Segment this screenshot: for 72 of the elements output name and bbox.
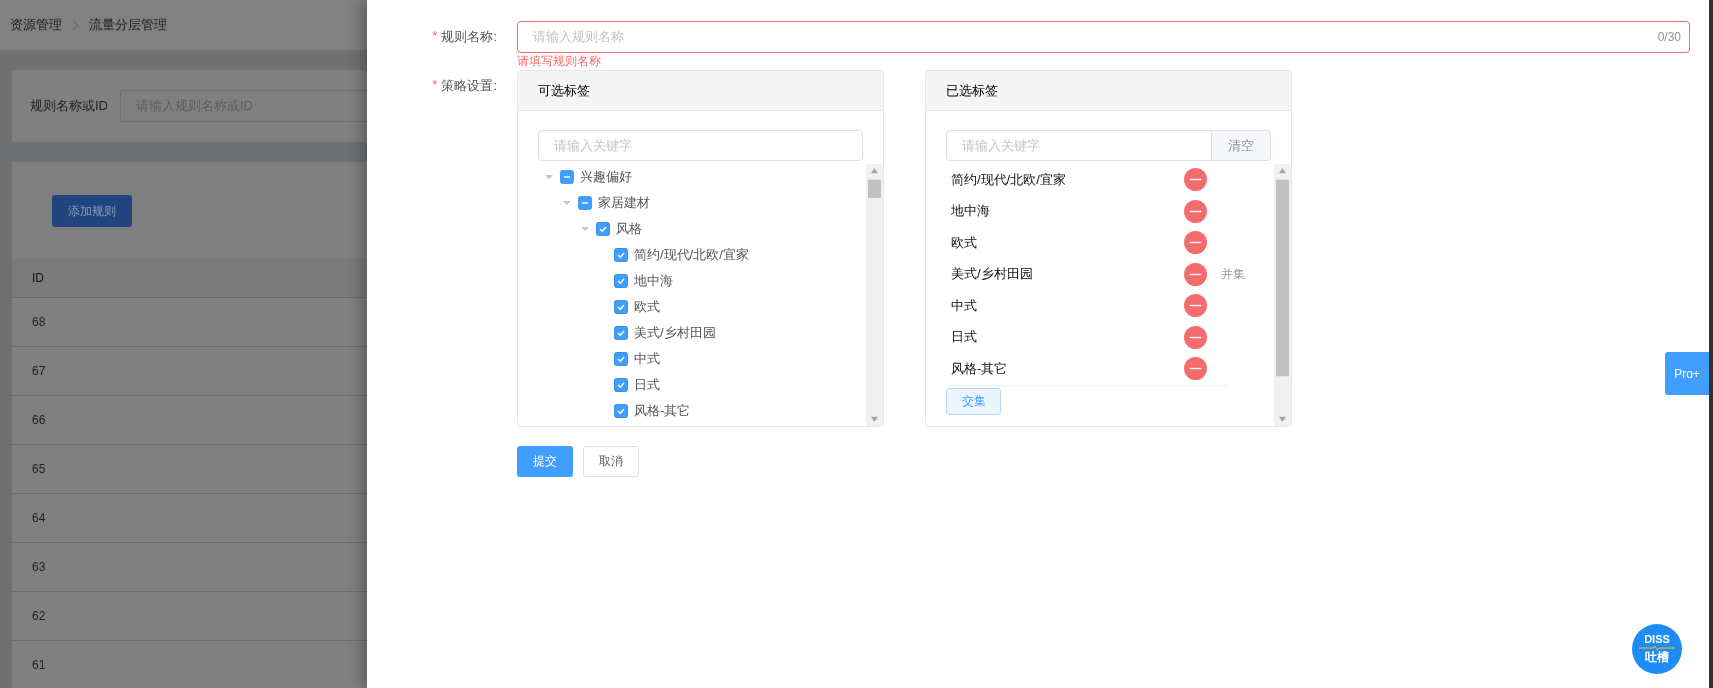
breadcrumb-item[interactable]: 流量分层管理 — [89, 16, 167, 34]
table-cell: 67 — [32, 364, 46, 378]
checkbox[interactable] — [614, 326, 628, 340]
side-tab[interactable]: Pro+ — [1665, 352, 1709, 395]
required-mark: * — [432, 28, 438, 45]
placeholder-text: 请输入规则名称 — [533, 28, 624, 46]
selected-tag: 日式 — [951, 328, 1184, 347]
scrollbar[interactable] — [866, 164, 883, 426]
selected-tag: 欧式 — [951, 233, 1184, 252]
badge-text: DISS — [1644, 634, 1670, 645]
checkbox[interactable] — [596, 222, 610, 236]
panel-title: 已选标签 — [946, 81, 998, 100]
intersection-button[interactable]: 交集 — [946, 387, 1001, 415]
tree-label[interactable]: 家居建材 — [598, 194, 650, 212]
tree-label[interactable]: 风格 — [616, 220, 642, 238]
checkbox[interactable] — [614, 248, 628, 262]
table-cell: 61 — [32, 658, 46, 672]
tree-label[interactable]: 简约/现代/北欧/宜家 — [634, 246, 749, 264]
add-rule-button[interactable]: 添加规则 — [52, 195, 132, 227]
tree-label[interactable]: 风格-其它 — [634, 402, 691, 420]
submit-button[interactable]: 提交 — [517, 446, 573, 477]
column-header: ID — [32, 270, 44, 285]
field-label: 规则名称: — [441, 28, 497, 46]
checkbox[interactable] — [614, 352, 628, 366]
selected-tag: 美式/乡村田园 — [951, 265, 1184, 284]
table-cell: 65 — [32, 462, 46, 476]
cancel-button[interactable]: 取消 — [583, 446, 639, 477]
error-message: 请填写规则名称 — [517, 53, 602, 70]
remove-icon[interactable] — [1184, 231, 1207, 255]
tree-label[interactable]: 地中海 — [634, 272, 673, 290]
tree-label[interactable]: 日式 — [634, 376, 660, 394]
selected-tag: 风格-其它 — [951, 359, 1184, 378]
tree-label[interactable]: 欧式 — [634, 298, 660, 316]
filter-label: 规则名称或ID — [30, 97, 108, 115]
chevron-icon — [72, 19, 79, 31]
field-label: 策略设置: — [441, 77, 497, 95]
required-mark: * — [432, 77, 438, 94]
scrollbar[interactable] — [1274, 164, 1291, 426]
checkbox[interactable] — [560, 170, 574, 184]
clear-button[interactable]: 清空 — [1212, 130, 1271, 161]
checkbox[interactable] — [614, 378, 628, 392]
remove-icon[interactable] — [1184, 199, 1207, 223]
caret-icon[interactable] — [563, 200, 571, 206]
table-cell: 63 — [32, 560, 46, 574]
pulse-icon — [1639, 645, 1675, 651]
checkbox[interactable] — [614, 300, 628, 314]
remove-icon[interactable] — [1184, 357, 1207, 381]
breadcrumb-item[interactable]: 资源管理 — [10, 16, 62, 34]
tree-label[interactable]: 兴趣偏好 — [580, 168, 632, 186]
tree-label[interactable]: 中式 — [634, 350, 660, 368]
checkbox[interactable] — [614, 404, 628, 418]
table-cell: 68 — [32, 315, 46, 329]
caret-icon[interactable] — [545, 174, 553, 180]
input-field[interactable]: 请输入规则名称 0/30 — [517, 21, 1690, 53]
badge-text: 吐槽 — [1645, 651, 1669, 664]
tree-label[interactable]: 美式/乡村田园 — [634, 324, 716, 342]
selected-tag: 地中海 — [951, 202, 1184, 221]
selected-tag: 简约/现代/北欧/宜家 — [951, 170, 1184, 189]
remove-icon[interactable] — [1184, 168, 1207, 192]
remove-icon[interactable] — [1184, 262, 1207, 286]
selected-tag: 中式 — [951, 296, 1184, 315]
table-cell: 62 — [32, 609, 46, 623]
checkbox[interactable] — [578, 196, 592, 210]
union-label[interactable]: 并集 — [1221, 265, 1245, 283]
caret-icon[interactable] — [581, 226, 589, 232]
table-cell: 66 — [32, 413, 46, 427]
table-cell: 64 — [32, 511, 46, 525]
remove-icon[interactable] — [1184, 294, 1207, 318]
panel-title: 可选标签 — [538, 81, 590, 100]
checkbox[interactable] — [614, 274, 628, 288]
remove-icon[interactable] — [1184, 325, 1207, 349]
char-counter: 0/30 — [1657, 30, 1681, 44]
